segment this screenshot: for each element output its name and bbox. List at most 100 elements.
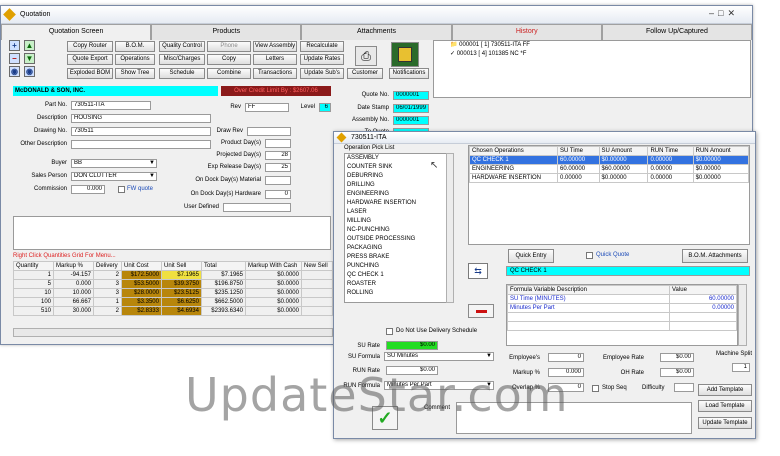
- col-header[interactable]: Markup %: [53, 261, 94, 271]
- quote-export-button[interactable]: Quote Export: [67, 54, 113, 65]
- col-header[interactable]: Unit Sell: [161, 261, 202, 271]
- sales-person-select[interactable]: DON CLUTTER ▼: [71, 172, 157, 181]
- product-days-field[interactable]: [265, 139, 291, 148]
- quote-no-field[interactable]: 0000001: [393, 91, 429, 100]
- col-header[interactable]: Value: [669, 285, 737, 295]
- col-header[interactable]: SU Amount: [598, 146, 649, 156]
- library-icon[interactable]: [391, 42, 419, 67]
- list-item[interactable]: LASER: [345, 208, 453, 217]
- move-down-icon[interactable]: ▼: [24, 53, 35, 64]
- cell[interactable]: $2393.6340: [201, 306, 246, 316]
- cell[interactable]: $7.1965: [201, 270, 246, 280]
- buyer-select[interactable]: BB ▼: [71, 159, 157, 168]
- table-row[interactable]: 1 -94.157 2 $172.5000 $7.1965 $7.1965 $0…: [13, 270, 333, 280]
- cell[interactable]: $2.8333: [121, 306, 162, 316]
- cell[interactable]: $662.5000: [201, 297, 246, 307]
- formula-scrollbar[interactable]: [738, 284, 747, 346]
- search-icon[interactable]: ◉: [9, 66, 20, 77]
- cell[interactable]: 60.00000: [557, 164, 600, 174]
- oh-rate-field[interactable]: $0.00: [660, 368, 694, 377]
- difficulty-field[interactable]: [674, 383, 694, 392]
- transactions-button[interactable]: Transactions: [253, 68, 297, 79]
- table-row[interactable]: SU Time (MINUTES) 60.00000: [507, 294, 737, 304]
- notifications-button[interactable]: Notifications: [389, 68, 429, 79]
- employee-rate-field[interactable]: $0.00: [660, 353, 694, 362]
- cell[interactable]: HARDWARE INSERTION: [469, 173, 558, 183]
- draw-rev-field[interactable]: [247, 127, 291, 136]
- printer-icon[interactable]: ⎙: [355, 46, 377, 66]
- tab-follow-up[interactable]: Follow Up/Captured: [601, 24, 753, 40]
- date-stamp-field[interactable]: 06/01/1999: [393, 104, 429, 113]
- cell[interactable]: $39.3750: [161, 279, 202, 289]
- recalculate-button[interactable]: Recalculate: [300, 41, 344, 52]
- quick-quote-checkbox[interactable]: [586, 252, 593, 259]
- col-header[interactable]: Unit Cost: [121, 261, 162, 271]
- cell[interactable]: [301, 279, 333, 289]
- cell[interactable]: 0.00000: [557, 173, 600, 183]
- cell[interactable]: $6.6250: [161, 297, 202, 307]
- col-header[interactable]: RUN Amount: [692, 146, 750, 156]
- remove-icon[interactable]: –: [9, 53, 20, 64]
- exp-release-field[interactable]: 25: [265, 163, 291, 172]
- cell[interactable]: 100: [13, 297, 54, 307]
- assembly-tree[interactable]: 📁 000001 [ 1] 730511-ITA FF ✓ 000013 [ 4…: [433, 40, 751, 98]
- cell[interactable]: 0.00000: [647, 173, 694, 183]
- list-item[interactable]: ENGINEERING: [345, 190, 453, 199]
- exploded-bom-button[interactable]: Exploded BOM: [67, 68, 113, 79]
- cell[interactable]: 60.00000: [669, 294, 737, 304]
- assembly-no-field[interactable]: 0000001: [393, 116, 429, 125]
- cell[interactable]: [301, 270, 333, 280]
- customer-button[interactable]: Customer: [347, 68, 383, 79]
- cell[interactable]: 10: [13, 288, 54, 298]
- cell[interactable]: $235.1250: [201, 288, 246, 298]
- cell[interactable]: $3.3500: [121, 297, 162, 307]
- cell[interactable]: $28.0000: [121, 288, 162, 298]
- list-item[interactable]: PRESS BRAKE: [345, 253, 453, 262]
- list-item[interactable]: NC-PUNCHING: [345, 226, 453, 235]
- cell[interactable]: $0.0000: [245, 279, 302, 289]
- table-row[interactable]: ENGINEERING 60.00000 $60.00000 0.00000 $…: [469, 164, 750, 174]
- phone-button[interactable]: Phone: [207, 41, 251, 52]
- list-item[interactable]: PACKAGING: [345, 244, 453, 253]
- update-template-button[interactable]: Update Template: [698, 417, 752, 429]
- table-row[interactable]: HARDWARE INSERTION 0.00000 $0.00000 0.00…: [469, 173, 750, 183]
- cell[interactable]: $53.5000: [121, 279, 162, 289]
- cell[interactable]: 3: [93, 288, 122, 298]
- combine-button[interactable]: Combine: [207, 68, 251, 79]
- cell[interactable]: 60.00000: [557, 155, 600, 165]
- level-field[interactable]: 6: [319, 103, 331, 112]
- table-row[interactable]: Minutes Per Part 0.00000: [507, 303, 737, 313]
- table-row[interactable]: 510 30.000 2 $2.8333 $4.6934 $2393.6340 …: [13, 306, 333, 316]
- stop-seq-checkbox[interactable]: [592, 385, 599, 392]
- load-template-button[interactable]: Load Template: [698, 400, 752, 412]
- rev-field[interactable]: FF: [245, 103, 289, 112]
- list-item[interactable]: DRILLING: [345, 181, 453, 190]
- close-icon[interactable]: ✕: [727, 8, 735, 19]
- list-item[interactable]: PUNCHING: [345, 262, 453, 271]
- employees-field[interactable]: 0: [548, 353, 584, 362]
- notes-area[interactable]: [13, 216, 331, 250]
- misc-charges-button[interactable]: Misc/Charges: [159, 54, 205, 65]
- dock-material-field[interactable]: [265, 176, 291, 185]
- cell[interactable]: $0.0000: [245, 270, 302, 280]
- cell[interactable]: $0.00000: [692, 173, 750, 183]
- minimize-icon[interactable]: –: [709, 8, 714, 19]
- cell[interactable]: [301, 297, 333, 307]
- machine-split-field[interactable]: 1: [732, 363, 750, 372]
- tab-products[interactable]: Products: [151, 24, 302, 40]
- cell[interactable]: 0.00000: [669, 303, 737, 313]
- list-item[interactable]: ROLLING: [345, 289, 453, 298]
- add-icon[interactable]: +: [9, 40, 20, 51]
- table-row[interactable]: 10 10.000 3 $28.0000 $23.5125 $235.1250 …: [13, 288, 333, 298]
- cell[interactable]: 3: [93, 279, 122, 289]
- swap-icon[interactable]: ⇆: [468, 263, 488, 279]
- list-item[interactable]: DEBURRING: [345, 172, 453, 181]
- cell[interactable]: $196.8750: [201, 279, 246, 289]
- col-header[interactable]: New Sell: [301, 261, 333, 271]
- grid-scrollbar[interactable]: [13, 328, 333, 337]
- commission-field[interactable]: 0.000: [71, 185, 105, 194]
- cell[interactable]: 66.667: [53, 297, 94, 307]
- add-template-button[interactable]: Add Template: [698, 384, 752, 396]
- col-header[interactable]: RUN Time: [647, 146, 694, 156]
- cell[interactable]: 510: [13, 306, 54, 316]
